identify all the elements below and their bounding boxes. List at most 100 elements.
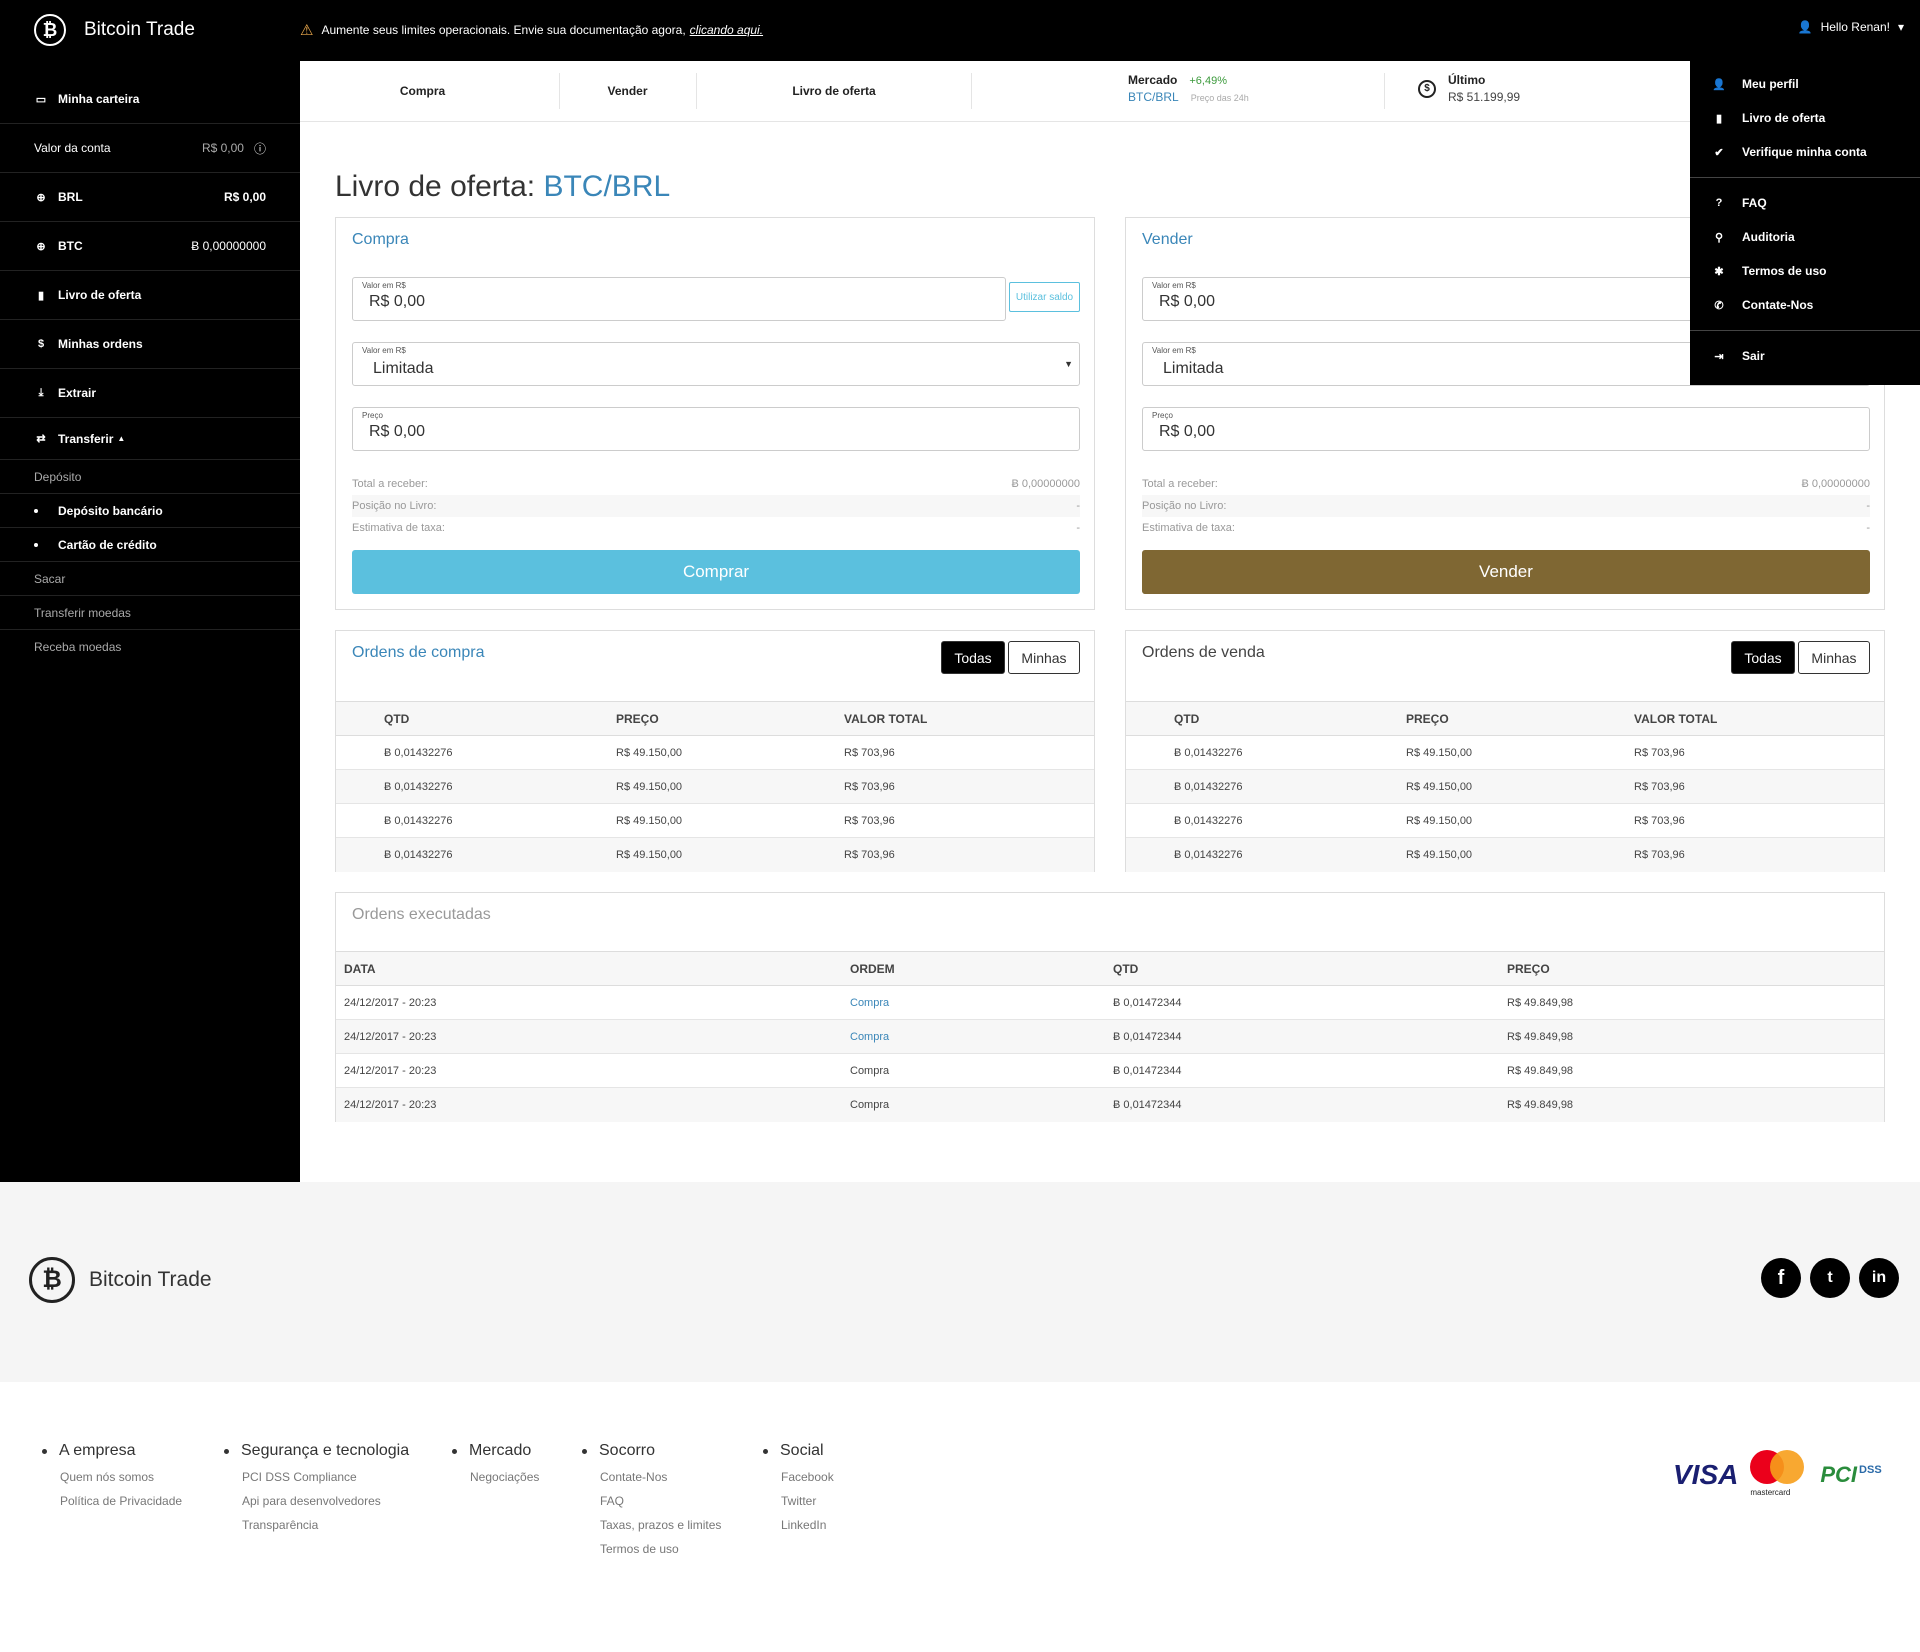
use-balance-button[interactable]: Utilizar saldo [1009, 282, 1080, 312]
sidebar-sub-label: Depósito [34, 469, 82, 484]
sidebar-item-transfer[interactable]: ⇄ Transferir ▲ [0, 418, 300, 460]
tab-order-book[interactable]: Livro de oferta [697, 61, 971, 121]
divider [1384, 73, 1385, 109]
table-header: QTD PREÇO VALOR TOTAL [1126, 701, 1884, 736]
sidebar-sub-withdraw[interactable]: Sacar [0, 562, 300, 596]
menu-item-logout[interactable]: ⇥ Sair [1690, 339, 1920, 373]
footer-link[interactable]: Transparência [242, 1518, 409, 1532]
table-row[interactable]: Ƀ 0,01432276 R$ 49.150,00 R$ 703,96 [1126, 837, 1884, 872]
user-menu-toggle[interactable]: 👤 Hello Renan! ▾ [1798, 20, 1904, 34]
menu-item-label: Livro de oferta [1742, 111, 1826, 125]
sidebar-sub-transfer-coins[interactable]: Transferir moedas [0, 596, 300, 630]
column-header: PREÇO [1507, 951, 1884, 986]
total-value: Ƀ 0,00000000 [1011, 478, 1080, 490]
menu-item-audit[interactable]: ⚲ Auditoria [1690, 220, 1920, 254]
sidebar-sub-deposit[interactable]: Depósito [0, 460, 300, 494]
footer-link[interactable]: Negociações [470, 1470, 539, 1484]
cell-price: R$ 49.150,00 [616, 769, 844, 804]
facebook-icon[interactable]: f [1761, 1258, 1801, 1298]
field-value: R$ 0,00 [369, 293, 426, 310]
table-row[interactable]: Ƀ 0,01432276 R$ 49.150,00 R$ 703,96 [336, 803, 1094, 838]
menu-item-terms[interactable]: ✱ Termos de uso [1690, 254, 1920, 288]
cell-price: R$ 49.150,00 [616, 837, 844, 872]
footer-link[interactable]: PCI DSS Compliance [242, 1470, 409, 1484]
sell-orders-title: Ordens de venda [1142, 644, 1265, 661]
footer-link[interactable]: Quem nós somos [60, 1470, 182, 1484]
cell-order[interactable]: Compra [850, 985, 1113, 1020]
sidebar-item-book[interactable]: ▮ Livro de oferta [0, 271, 300, 320]
cell-order[interactable]: Compra [850, 1019, 1113, 1054]
pci-label: PCI [1820, 1462, 1858, 1487]
table-row[interactable]: Ƀ 0,01432276 R$ 49.150,00 R$ 703,96 [336, 735, 1094, 770]
filter-mine-button[interactable]: Minhas [1008, 641, 1080, 674]
table-row[interactable]: Ƀ 0,01432276 R$ 49.150,00 R$ 703,96 [336, 837, 1094, 872]
filter-all-button[interactable]: Todas [1731, 641, 1795, 674]
table-row[interactable]: Ƀ 0,01432276 R$ 49.150,00 R$ 703,96 [1126, 769, 1884, 804]
sidebar-sub-receive-coins[interactable]: Receba moedas [0, 630, 300, 664]
menu-item-label: Verifique minha conta [1742, 145, 1867, 159]
table-row[interactable]: 24/12/2017 - 20:23 Compra Ƀ 0,01472344 R$ 4… [336, 1019, 1884, 1054]
sidebar-sub-bank-deposit[interactable]: Depósito bancário [0, 494, 300, 528]
sidebar-sub-credit-card[interactable]: Cartão de crédito [0, 528, 300, 562]
table-row[interactable]: Ƀ 0,01432276 R$ 49.150,00 R$ 703,96 [1126, 735, 1884, 770]
table-header: QTD PREÇO VALOR TOTAL [336, 701, 1094, 736]
menu-item-contact[interactable]: ✆ Contate-Nos [1690, 288, 1920, 322]
sell-button[interactable]: Vender [1142, 550, 1870, 594]
footer-link[interactable]: Api para desenvolvedores [242, 1494, 409, 1508]
table-row[interactable]: 24/12/2017 - 20:23 Compra Ƀ 0,01472344 R$ 4… [336, 1087, 1884, 1122]
buy-value-field[interactable]: Valor em R$ R$ 0,00 [352, 277, 1006, 321]
footer-link[interactable]: Termos de uso [600, 1542, 721, 1556]
buy-type-select[interactable]: Valor em R$ Limitada ▼ [352, 342, 1080, 386]
menu-item-faq[interactable]: ? FAQ [1690, 186, 1920, 220]
table-row[interactable]: Ƀ 0,01432276 R$ 49.150,00 R$ 703,96 [336, 769, 1094, 804]
filter-all-button[interactable]: Todas [941, 641, 1005, 674]
sidebar-item-brl[interactable]: ⊕ BRL R$ 0,00 [0, 173, 300, 222]
search-icon: ⚲ [1714, 231, 1724, 244]
total-value: Ƀ 0,00000000 [1801, 478, 1870, 490]
menu-item-verify-account[interactable]: ✔ Verifique minha conta [1690, 135, 1920, 169]
footer-logo[interactable]: ₿ Bitcoin Trade [29, 1257, 212, 1303]
table-row[interactable]: 24/12/2017 - 20:23 Compra Ƀ 0,01472344 R$ 4… [336, 1053, 1884, 1088]
cell-qty: Ƀ 0,01472344 [1113, 1053, 1507, 1088]
footer-link[interactable]: Taxas, prazos e limites [600, 1518, 721, 1532]
footer-link[interactable]: Facebook [781, 1470, 834, 1484]
footer-link[interactable]: Twitter [781, 1494, 834, 1508]
market-pair[interactable]: BTC/BRL [1128, 90, 1179, 104]
info-icon[interactable]: ⓘ [254, 140, 266, 157]
footer-link[interactable]: LinkedIn [781, 1518, 834, 1532]
sidebar-item-btc[interactable]: ⊕ BTC Ƀ 0,00000000 [0, 222, 300, 271]
phone-icon: ✆ [1714, 299, 1724, 312]
footer-link[interactable]: FAQ [600, 1494, 721, 1508]
coin-icon: $ [1418, 79, 1436, 98]
brand-logo[interactable]: ₿ Bitcoin Trade [34, 14, 195, 46]
table-row[interactable]: Ƀ 0,01432276 R$ 49.150,00 R$ 703,96 [1126, 803, 1884, 838]
check-circle-icon: ✔ [1714, 146, 1724, 159]
field-label: Valor em R$ [1152, 281, 1196, 290]
linkedin-icon[interactable]: in [1859, 1258, 1899, 1298]
table-row[interactable]: 24/12/2017 - 20:23 Compra Ƀ 0,01472344 R$ 4… [336, 985, 1884, 1020]
menu-item-profile[interactable]: 👤 Meu perfil [1690, 67, 1920, 101]
menu-item-label: Termos de uso [1742, 264, 1827, 278]
tab-sell[interactable]: Vender [560, 61, 695, 121]
filter-mine-button[interactable]: Minhas [1798, 641, 1870, 674]
alert-link[interactable]: clicando aqui. [690, 23, 763, 37]
last-label: Último [1448, 73, 1486, 87]
sidebar-item-label: Extrair [58, 386, 97, 400]
menu-item-order-book[interactable]: ▮ Livro de oferta [1690, 101, 1920, 135]
footer-link[interactable]: Contate-Nos [600, 1470, 721, 1484]
buy-button[interactable]: Comprar [352, 550, 1080, 594]
cell-order: Compra [850, 1053, 1113, 1088]
market-sub: Preço das 24h [1190, 93, 1249, 103]
total-row: Total a receber: Ƀ 0,00000000 [352, 473, 1080, 495]
twitter-icon[interactable]: t [1810, 1258, 1850, 1298]
sidebar-item-orders[interactable]: $ Minhas ordens [0, 320, 300, 369]
tab-buy[interactable]: Compra [340, 61, 505, 121]
footer-link[interactable]: Política de Privacidade [60, 1494, 182, 1508]
mastercard-logo: mastercard [1748, 1450, 1808, 1500]
sidebar-item-wallet[interactable]: ▭ Minha carteira [0, 75, 300, 124]
buy-price-field[interactable]: Preço R$ 0,00 [352, 407, 1080, 451]
top-bar: ₿ Bitcoin Trade ⚠ Aumente seus limites o… [0, 0, 1920, 61]
sidebar-item-extract[interactable]: ⤓ Extrair [0, 369, 300, 418]
bitcoin-logo-icon: ₿ [29, 1257, 75, 1303]
sell-price-field[interactable]: Preço R$ 0,00 [1142, 407, 1870, 451]
